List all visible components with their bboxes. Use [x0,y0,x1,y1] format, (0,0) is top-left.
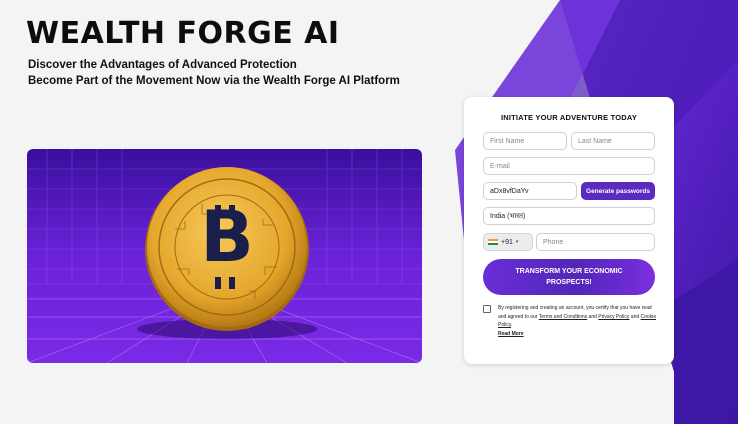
chevron-down-icon: ▾ [515,239,519,245]
consent-text-d: . [510,322,513,329]
read-more-link[interactable]: Read More [498,330,658,339]
privacy-link[interactable]: Privacy Policy [598,314,629,320]
brand-title: WEALTH FORGE AI [26,16,340,51]
phone-input[interactable]: Phone [536,233,655,251]
consent-checkbox[interactable] [483,305,491,313]
india-flag-icon [488,238,498,246]
password-input[interactable]: aDx8vfDaYv [483,182,577,200]
tagline-line-1: Discover the Advantages of Advanced Prot… [28,59,297,71]
hero-image: B [27,149,422,363]
consent-text: By registering and creating an account, … [498,304,658,338]
landing-page: WEALTH FORGE AI Discover the Advantages … [0,0,738,424]
consent-text-c: and [630,313,640,320]
form-title: INITIATE YOUR ADVENTURE TODAY [500,113,638,122]
last-name-input[interactable]: Last Name [571,132,655,150]
tagline-line-2: Become Part of the Movement Now via the … [28,75,400,87]
phone-code-select[interactable]: +91 ▾ [483,233,533,251]
generate-password-button[interactable]: Generate passwords [581,182,655,200]
bitcoin-symbol: B [200,196,253,278]
submit-button[interactable]: TRANSFORM YOUR ECONOMIC PROSPECTS! [483,259,655,295]
phone-code-label: +91 [501,238,513,246]
first-name-input[interactable]: First Name [483,132,567,150]
email-input[interactable]: E-mail [483,157,655,175]
country-select[interactable]: India (भारत) [483,207,655,225]
terms-link[interactable]: Terms and Conditions [539,314,587,320]
signup-form-card: INITIATE YOUR ADVENTURE TODAY First Name… [464,97,674,364]
consent-text-b: and [588,313,597,320]
